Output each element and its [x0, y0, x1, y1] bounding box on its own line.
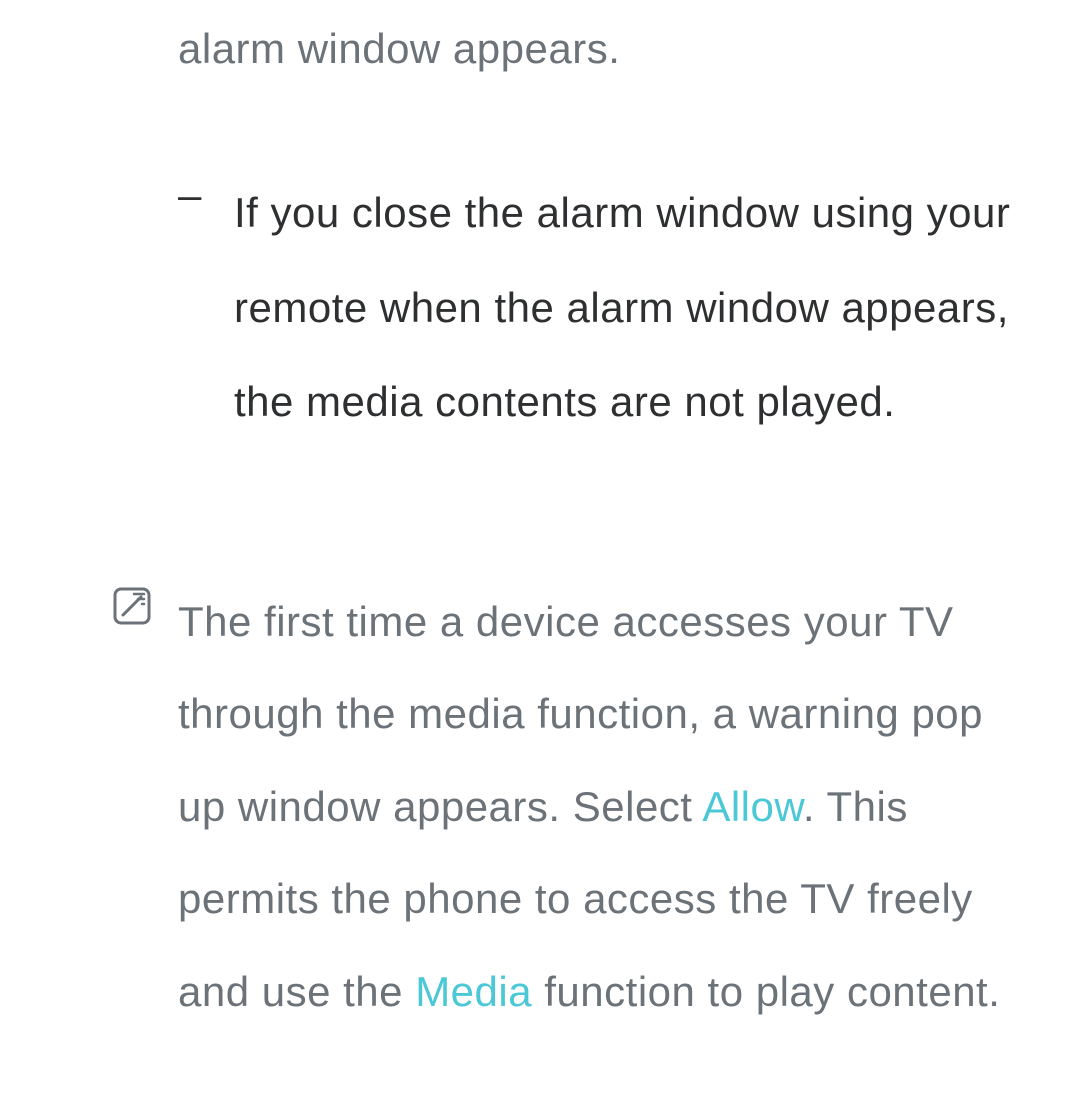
document-page: alarm window appears. – If you close the…	[0, 0, 1080, 1104]
dash-bullet: –	[178, 166, 201, 225]
sub-bullet: – If you close the alarm window using yo…	[178, 166, 1040, 450]
note-part3: function to play content.	[532, 968, 1000, 1015]
note-icon	[112, 586, 152, 626]
media-label: Media	[415, 968, 532, 1015]
note-block: The first time a device accesses your TV…	[112, 576, 1040, 1038]
note-text: The first time a device accesses your TV…	[178, 576, 1040, 1038]
allow-label: Allow	[702, 783, 803, 830]
fragment-line: alarm window appears.	[178, 20, 1040, 79]
sub-bullet-text: If you close the alarm window using your…	[234, 166, 1040, 450]
